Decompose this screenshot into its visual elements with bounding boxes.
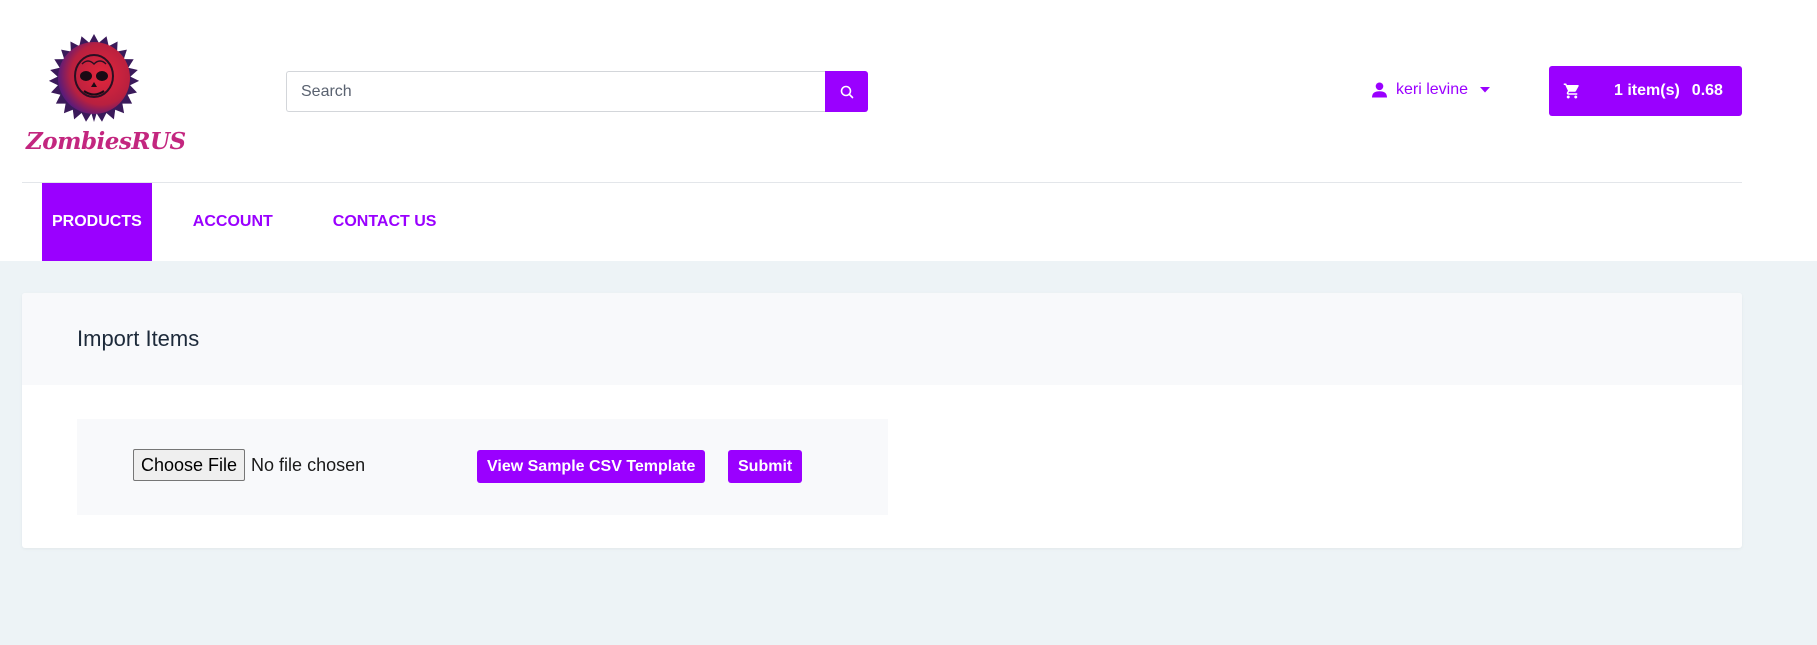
cart-count: 1 item(s) — [1614, 82, 1680, 99]
main-nav: PRODUCTS ACCOUNT CONTACT US — [42, 183, 446, 261]
nav-contact-us[interactable]: CONTACT US — [323, 183, 447, 261]
cart-icon — [1563, 82, 1581, 100]
search-icon — [840, 85, 853, 98]
choose-file-button[interactable]: Choose File — [133, 449, 246, 481]
view-sample-csv-button[interactable]: View Sample CSV Template — [477, 450, 706, 483]
user-icon — [1372, 82, 1387, 98]
site-header: ZombiesRUS keri levine 1 item(s) — [0, 0, 1817, 261]
search-input[interactable] — [286, 71, 825, 112]
submit-button[interactable]: Submit — [728, 450, 803, 483]
logo-text: ZombiesRUS — [26, 128, 186, 155]
caret-down-icon — [1480, 87, 1491, 93]
file-input: Choose File No file chosen — [133, 449, 365, 481]
user-name: keri levine — [1396, 81, 1469, 98]
nav-products[interactable]: PRODUCTS — [42, 183, 152, 261]
nav-account[interactable]: ACCOUNT — [183, 183, 283, 261]
card-header: Import Items — [22, 293, 1742, 385]
import-form: Choose File No file chosen View Sample C… — [77, 419, 888, 515]
file-status: No file chosen — [251, 454, 366, 475]
site-logo[interactable]: ZombiesRUS — [26, 24, 186, 158]
cart-button[interactable]: 1 item(s) 0.68 — [1549, 66, 1742, 116]
search-button[interactable] — [825, 71, 868, 112]
page-title: Import Items — [77, 326, 200, 351]
skull-badge-icon — [48, 34, 140, 122]
user-menu[interactable]: keri levine — [1372, 78, 1491, 102]
import-items-card: Import Items Choose File No file chosen … — [22, 293, 1742, 548]
cart-total: 0.68 — [1691, 82, 1723, 99]
search-bar — [286, 71, 868, 112]
